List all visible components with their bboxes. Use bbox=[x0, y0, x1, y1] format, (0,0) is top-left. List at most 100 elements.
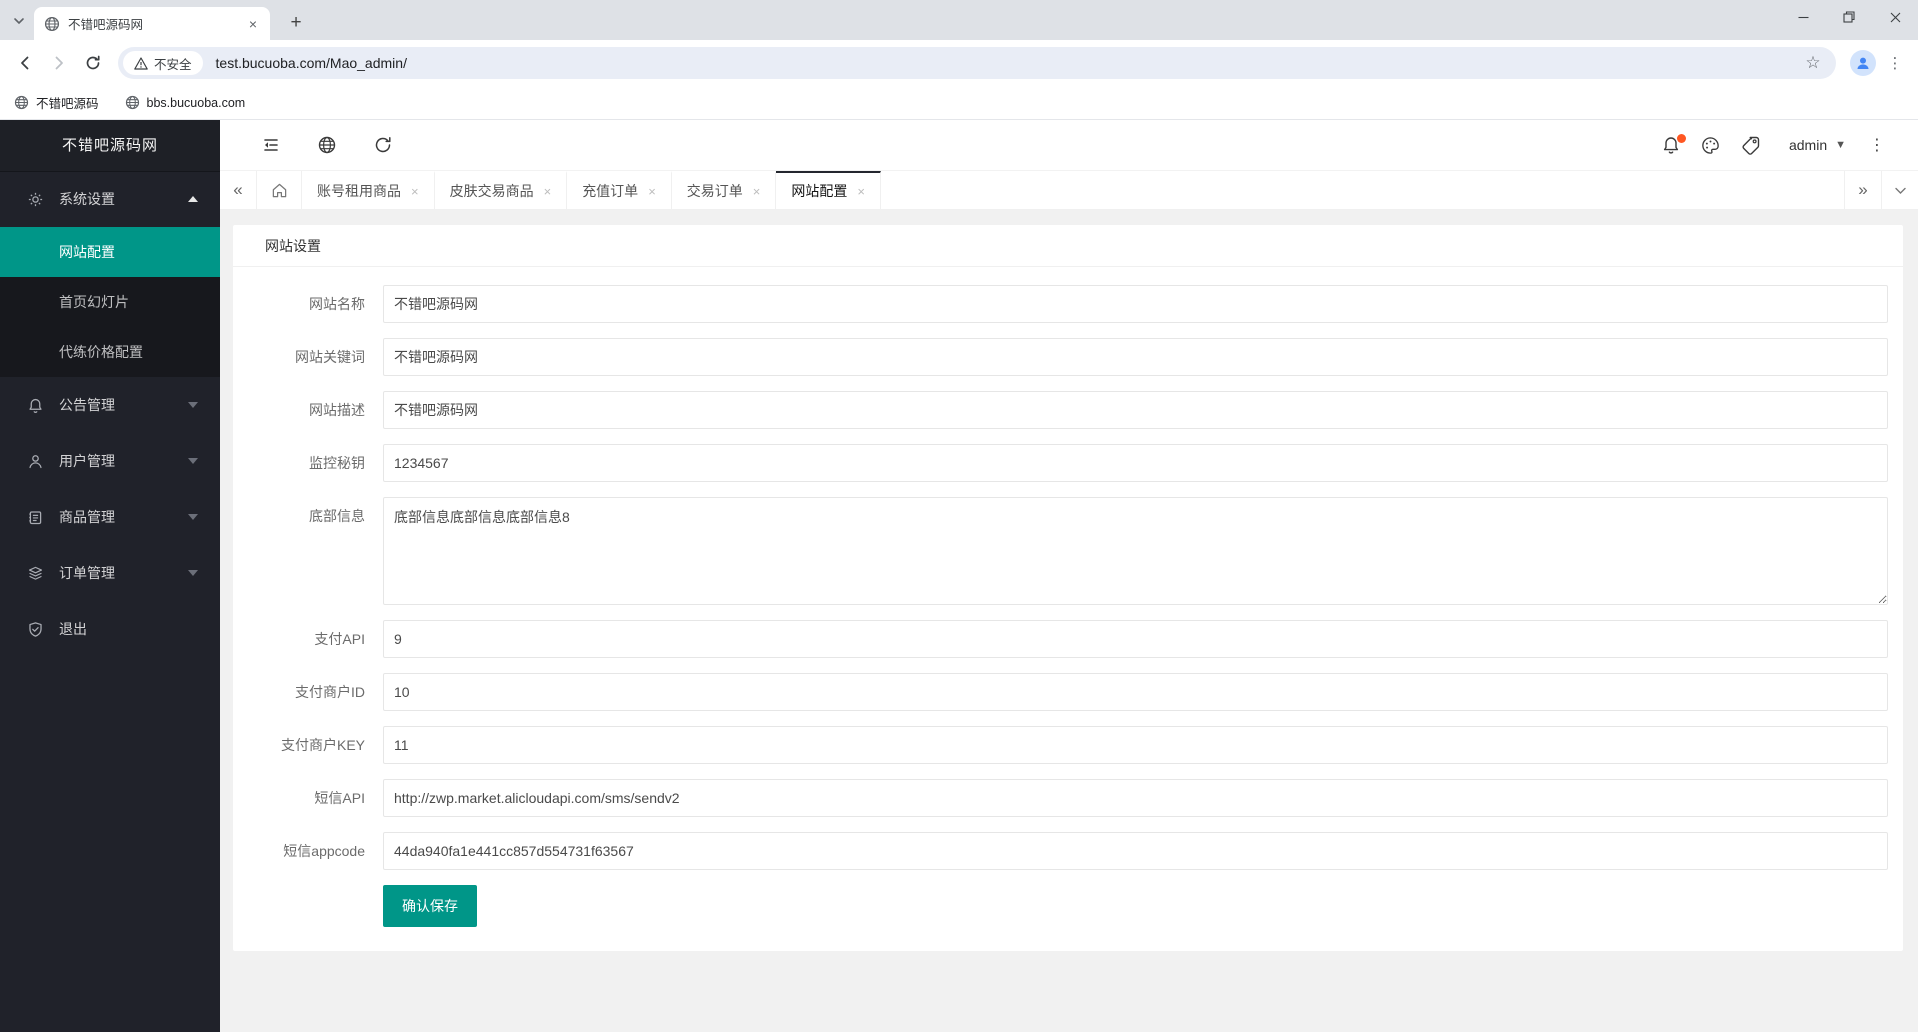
form-row: 短信appcode bbox=[233, 832, 1903, 870]
profile-avatar[interactable] bbox=[1846, 46, 1880, 80]
bookmark-label: 不错吧源码 bbox=[36, 97, 99, 111]
tab-close-icon[interactable]: × bbox=[244, 15, 262, 33]
form-row: 底部信息 底部信息底部信息底部信息8 bbox=[233, 497, 1903, 605]
website-globe-icon[interactable] bbox=[308, 120, 346, 171]
workspace-tab[interactable]: 交易订单 × bbox=[672, 171, 777, 209]
home-tab[interactable] bbox=[257, 171, 302, 209]
pay-merchant-id-input[interactable] bbox=[383, 673, 1888, 711]
sidebar-item-system-settings[interactable]: 系统设置 bbox=[0, 171, 220, 227]
form-row: 支付商户KEY bbox=[233, 726, 1903, 764]
sidebar-subitem-site-config[interactable]: 网站配置 bbox=[0, 227, 220, 277]
workspace-tab-label: 账号租用商品 bbox=[317, 183, 401, 199]
footer-info-textarea[interactable]: 底部信息底部信息底部信息8 bbox=[383, 497, 1888, 605]
field-label: 支付商户KEY bbox=[280, 737, 365, 753]
site-description-input[interactable] bbox=[383, 391, 1888, 429]
tab-close-icon[interactable]: × bbox=[411, 184, 419, 199]
field-label: 监控秘钥 bbox=[309, 455, 365, 471]
bookmark-item[interactable]: bbs.bucuoba.com bbox=[125, 95, 246, 110]
security-label: 不安全 bbox=[154, 57, 192, 72]
admin-app: 不错吧源码网 系统设置 网站配置 首页幻灯片 代练价格配置 公告管理 用户管理 bbox=[0, 120, 1918, 1032]
sidebar-subitem-home-slides[interactable]: 首页幻灯片 bbox=[0, 277, 220, 327]
tab-close-icon[interactable]: × bbox=[857, 184, 865, 199]
app-header: admin ▼ ⋮ bbox=[220, 120, 1918, 171]
chevron-down-icon bbox=[188, 514, 198, 520]
sidebar-subitem-boost-price-config[interactable]: 代练价格配置 bbox=[0, 327, 220, 377]
bookmark-star-icon[interactable]: ☆ bbox=[1800, 50, 1826, 76]
workspace-tab-label: 充值订单 bbox=[582, 183, 639, 199]
field-label: 网站关键词 bbox=[295, 349, 365, 365]
form-row: 网站描述 bbox=[233, 391, 1903, 429]
pay-api-input[interactable] bbox=[383, 620, 1888, 658]
field-label: 短信API bbox=[314, 790, 365, 806]
caret-down-icon: ▼ bbox=[1835, 139, 1846, 151]
form-row: 支付API bbox=[233, 620, 1903, 658]
omnibox[interactable]: 不安全 test.bucuoba.com/Mao_admin/ ☆ bbox=[118, 47, 1836, 79]
site-keywords-input[interactable] bbox=[383, 338, 1888, 376]
tab-close-icon[interactable]: × bbox=[753, 184, 761, 199]
sidebar-item-users[interactable]: 用户管理 bbox=[0, 433, 220, 489]
workspace-tab-bar: « 账号租用商品 × 皮肤交易商品 × 充值订单 × 交易订单 × 网站配置 ×… bbox=[220, 171, 1918, 210]
sidebar-item-label: 退出 bbox=[59, 621, 87, 637]
header-right: admin ▼ ⋮ bbox=[1651, 120, 1894, 171]
tab-close-icon[interactable]: × bbox=[648, 184, 656, 199]
sms-api-input[interactable] bbox=[383, 779, 1888, 817]
monitor-secret-input[interactable] bbox=[383, 444, 1888, 482]
workspace-tab-active[interactable]: 网站配置 × bbox=[776, 171, 881, 209]
url-text[interactable]: test.bucuoba.com/Mao_admin/ bbox=[216, 55, 1800, 71]
minimize-icon[interactable] bbox=[1780, 0, 1826, 34]
site-settings-form: 网站名称 网站关键词 网站描述 监控秘钥 bbox=[233, 267, 1903, 927]
notifications-bell-icon[interactable] bbox=[1651, 120, 1691, 171]
new-tab-button[interactable]: + bbox=[282, 9, 310, 37]
tag-icon[interactable] bbox=[1731, 120, 1771, 171]
tab-close-icon[interactable]: × bbox=[544, 184, 552, 199]
save-button[interactable]: 确认保存 bbox=[383, 885, 477, 927]
close-window-icon[interactable] bbox=[1872, 0, 1918, 34]
sidebar-item-announcements[interactable]: 公告管理 bbox=[0, 377, 220, 433]
workspace-tab[interactable]: 皮肤交易商品 × bbox=[435, 171, 568, 209]
sidebar-item-label: 商品管理 bbox=[59, 509, 115, 525]
header-more-icon[interactable]: ⋮ bbox=[1860, 120, 1894, 171]
form-row: 支付商户ID bbox=[233, 673, 1903, 711]
tabs-scroll-right-icon[interactable]: » bbox=[1844, 171, 1881, 209]
sidebar-item-logout[interactable]: 退出 bbox=[0, 601, 220, 657]
bookmark-item[interactable]: 不错吧源码 bbox=[14, 93, 99, 112]
sidebar-item-label: 系统设置 bbox=[59, 191, 115, 207]
field-label: 底部信息 bbox=[309, 508, 365, 524]
security-chip[interactable]: 不安全 bbox=[123, 51, 203, 75]
browser-tab[interactable]: 不错吧源码网 × bbox=[34, 7, 270, 40]
sidebar-logo: 不错吧源码网 bbox=[0, 120, 220, 171]
workspace-tab[interactable]: 充值订单 × bbox=[567, 171, 672, 209]
sidebar-item-label: 公告管理 bbox=[59, 397, 115, 413]
browser-menu-icon[interactable]: ⋮ bbox=[1880, 46, 1910, 80]
workspace-tab-label: 网站配置 bbox=[791, 183, 848, 199]
chevron-down-icon bbox=[188, 458, 198, 464]
user-menu[interactable]: admin ▼ bbox=[1789, 137, 1846, 153]
chevron-down-icon bbox=[188, 402, 198, 408]
bookmark-label: bbs.bucuoba.com bbox=[146, 95, 246, 110]
tab-list-chevron-icon[interactable] bbox=[8, 10, 30, 32]
goods-icon bbox=[27, 509, 44, 526]
system-settings-submenu: 网站配置 首页幻灯片 代练价格配置 bbox=[0, 227, 220, 377]
username: admin bbox=[1788, 137, 1828, 153]
theme-palette-icon[interactable] bbox=[1691, 120, 1731, 171]
collapse-sidebar-icon[interactable] bbox=[252, 120, 290, 171]
field-label: 网站名称 bbox=[309, 296, 365, 312]
settings-card: 网站设置 网站名称 网站关键词 网站描述 监控秘钥 bbox=[233, 225, 1903, 951]
user-icon bbox=[27, 453, 44, 470]
form-row: 网站名称 bbox=[233, 285, 1903, 323]
site-name-input[interactable] bbox=[383, 285, 1888, 323]
tabs-scroll-left-icon[interactable]: « bbox=[220, 171, 257, 209]
pay-merchant-key-input[interactable] bbox=[383, 726, 1888, 764]
browser-tab-title: 不错吧源码网 bbox=[68, 18, 144, 32]
reload-icon[interactable] bbox=[76, 46, 110, 80]
forward-icon[interactable] bbox=[42, 46, 76, 80]
sidebar-item-orders[interactable]: 订单管理 bbox=[0, 545, 220, 601]
refresh-page-icon[interactable] bbox=[364, 120, 402, 171]
back-icon[interactable] bbox=[8, 46, 42, 80]
sms-appcode-input[interactable] bbox=[383, 832, 1888, 870]
main-area: admin ▼ ⋮ « 账号租用商品 × 皮肤交易商品 × 充值订单 × 交易订… bbox=[220, 120, 1918, 1032]
restore-icon[interactable] bbox=[1826, 0, 1872, 34]
tabs-menu-icon[interactable] bbox=[1881, 171, 1918, 209]
workspace-tab[interactable]: 账号租用商品 × bbox=[302, 171, 435, 209]
sidebar-item-goods[interactable]: 商品管理 bbox=[0, 489, 220, 545]
